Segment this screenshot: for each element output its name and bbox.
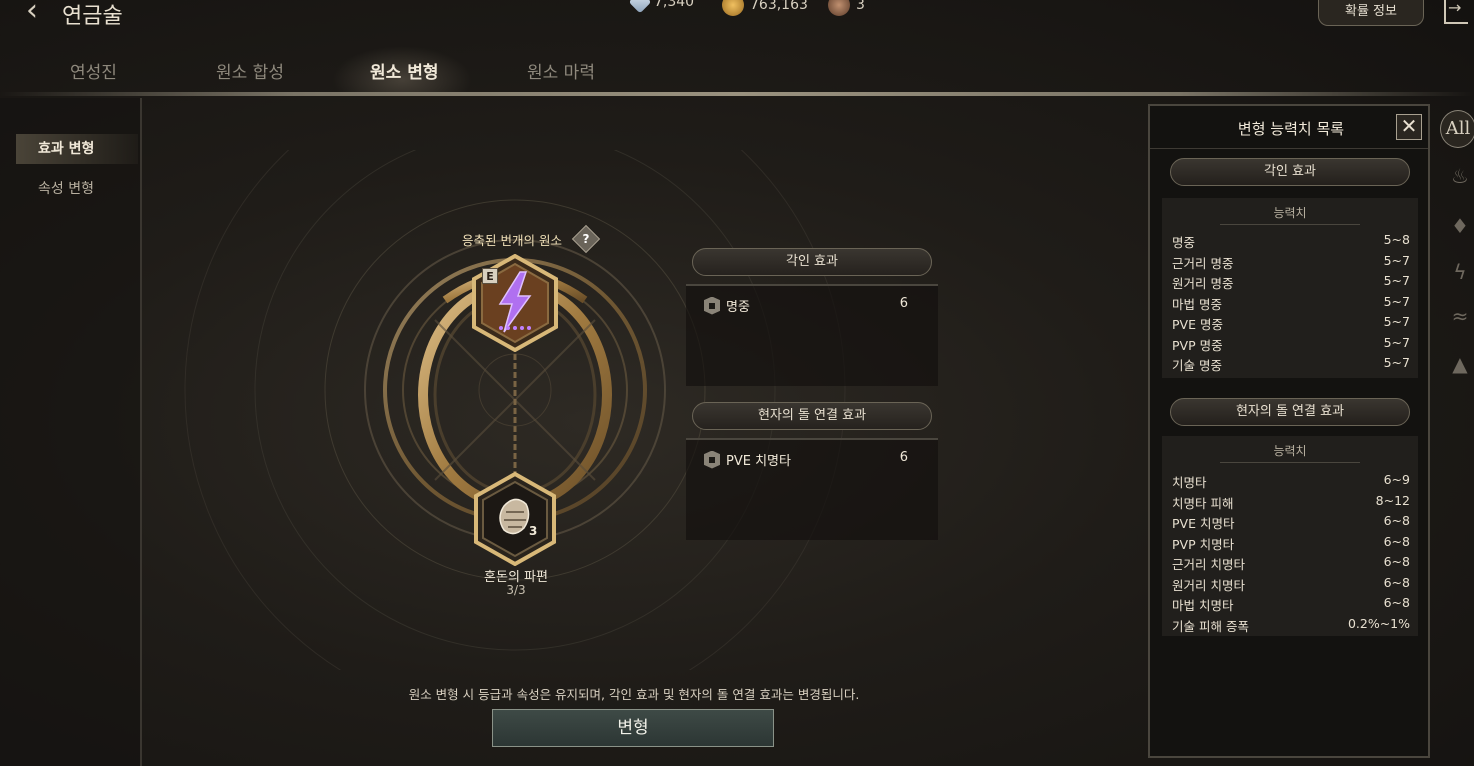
close-icon[interactable]: ✕ <box>1396 114 1422 140</box>
link-effect-value: 6 <box>899 450 908 465</box>
stat-row: 명중 5~8 <box>1172 232 1410 250</box>
stat-row: 근거리 치명타 6~8 <box>1172 554 1410 572</box>
list-engrave-sub: 능력치 <box>1273 206 1307 220</box>
stat-row: 치명타 피해 8~12 <box>1172 493 1410 511</box>
back-button[interactable]: ‹ <box>26 0 50 26</box>
tab-element-transform[interactable]: 원소 변형 <box>370 58 438 83</box>
element-name: 응축된 번개의 원소 <box>462 233 562 248</box>
transform-notice: 원소 변형 시 등급과 속성은 유지되며, 각인 효과 및 현자의 돌 연결 효… <box>408 687 860 702</box>
gold-coin-icon <box>722 0 744 16</box>
currency-value: 3 <box>856 0 865 13</box>
list-link-sub: 능력치 <box>1273 444 1307 458</box>
stat-row: PVE 치명타 6~8 <box>1172 513 1410 531</box>
currency-gold: 763,163 <box>722 0 808 16</box>
engrave-effect-panel: 명중 6 <box>686 284 938 386</box>
element-filter-bar: All ♨ ♦ ϟ ≈ ▲ <box>1438 104 1474 404</box>
divider <box>1150 148 1428 149</box>
material-badge: 3 <box>529 524 538 538</box>
divider <box>1220 462 1360 463</box>
main-tabs: 연성진 원소 합성 원소 변형 원소 마력 <box>0 46 1474 96</box>
stat-row: PVP 명중 5~7 <box>1172 335 1410 353</box>
filter-all-button[interactable]: All <box>1440 110 1474 148</box>
subnav-attribute-transform[interactable]: 속성 변형 <box>16 174 138 204</box>
wind-icon[interactable]: ≈ <box>1448 304 1472 328</box>
lock-icon <box>704 450 720 469</box>
probability-info-button[interactable]: 확률 정보 <box>1318 0 1424 26</box>
engrave-effect-stat: 명중 <box>726 300 750 315</box>
tab-alchemy-circle[interactable]: 연성진 <box>70 58 117 83</box>
page-title: 연금술 <box>62 4 123 29</box>
stat-row: 치명타 6~9 <box>1172 472 1410 490</box>
list-engrave-box: 능력치 명중 5~8 근거리 명중 5~7 원거리 명중 5~7 마법 명중 5~7 P… <box>1162 198 1418 378</box>
subnav-effect-transform[interactable]: 효과 변형 <box>16 134 138 164</box>
stat-row: 기술 피해 증폭 0.2%~1% <box>1172 616 1410 634</box>
exit-icon[interactable] <box>1444 0 1468 24</box>
currency-stone: 3 <box>828 0 865 16</box>
tab-element-magic[interactable]: 원소 마력 <box>527 58 595 83</box>
list-link-header: 현자의 돌 연결 효과 <box>1170 398 1410 426</box>
sub-nav: 효과 변형 속성 변형 <box>0 98 142 766</box>
stat-row: PVE 명중 5~7 <box>1172 314 1410 332</box>
element-slot[interactable] <box>466 254 564 352</box>
link-effect-stat: PVE 치명타 <box>726 454 791 469</box>
material-slot[interactable] <box>468 472 562 566</box>
chevron-left-icon: ‹ <box>26 0 38 28</box>
water-icon[interactable]: ♦ <box>1448 214 1472 238</box>
grade-badge: E <box>482 268 498 284</box>
transform-button[interactable]: 변형 <box>492 709 774 747</box>
crystal-icon <box>628 0 652 14</box>
divider <box>1220 224 1360 225</box>
engrave-effect-header: 각인 효과 <box>692 248 932 276</box>
lock-icon <box>704 296 720 315</box>
stat-row: 원거리 명중 5~7 <box>1172 273 1410 291</box>
stat-row: PVP 치명타 6~8 <box>1172 534 1410 552</box>
currency-value: 7,340 <box>654 0 695 10</box>
tab-divider <box>0 92 1474 96</box>
tab-element-synthesis[interactable]: 원소 합성 <box>216 58 284 83</box>
list-link-box: 능력치 치명타 6~9 치명타 피해 8~12 PVE 치명타 6~8 PVP 치명타… <box>1162 436 1418 636</box>
stat-row: 마법 치명타 6~8 <box>1172 595 1410 613</box>
fire-icon[interactable]: ♨ <box>1448 164 1472 188</box>
currency-crystal: 7,340 <box>628 0 695 14</box>
link-effect-header: 현자의 돌 연결 효과 <box>692 402 932 430</box>
lightning-icon[interactable]: ϟ <box>1448 260 1472 284</box>
help-glyph: ? <box>582 232 590 246</box>
stat-row: 마법 명중 5~7 <box>1172 294 1410 312</box>
list-engrave-header: 각인 효과 <box>1170 158 1410 186</box>
currency-value: 763,163 <box>750 0 808 13</box>
engrave-effect-value: 6 <box>899 296 908 311</box>
stat-row: 원거리 치명타 6~8 <box>1172 575 1410 593</box>
top-bar: ‹ 연금술 7,340 763,163 3 확률 정보 <box>0 0 1474 40</box>
list-panel-title: 변형 능력치 목록 <box>1237 120 1345 138</box>
link-effect-panel: PVE 치명타 6 <box>686 438 938 540</box>
engrave-effect-row: 명중 <box>704 296 750 315</box>
material-count: 3/3 <box>506 583 526 597</box>
link-effect-row: PVE 치명타 <box>704 450 791 469</box>
stone-icon <box>828 0 850 16</box>
stat-row: 근거리 명중 5~7 <box>1172 253 1410 271</box>
stat-row: 기술 명중 5~7 <box>1172 355 1410 373</box>
transform-stat-list-panel: 변형 능력치 목록 ✕ 각인 효과 능력치 명중 5~8 근거리 명중 5~7 원거… <box>1148 104 1430 758</box>
earth-icon[interactable]: ▲ <box>1448 352 1472 376</box>
